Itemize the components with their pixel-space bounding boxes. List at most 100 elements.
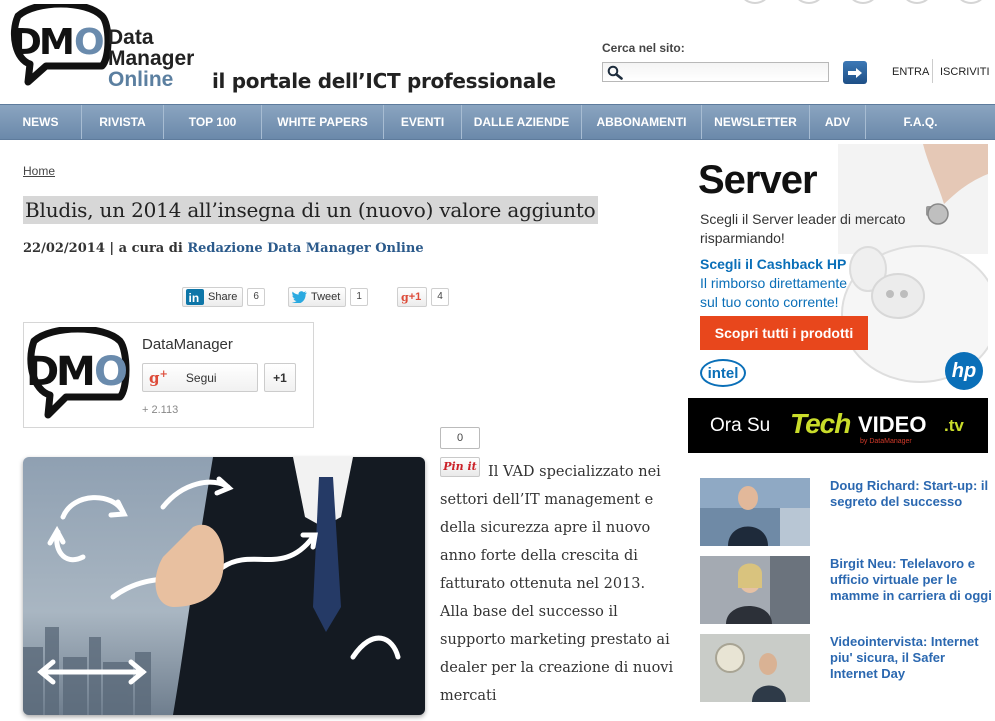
search-submit-button[interactable] <box>843 61 867 84</box>
svg-text:D: D <box>26 349 59 395</box>
video-item[interactable]: Doug Richard: Start-up: il segreto del s… <box>700 478 990 546</box>
ad-line-4: sul tuo conto corrente! <box>700 294 839 310</box>
video-item[interactable]: Birgit Neu: Telelavoro e ufficio virtual… <box>700 556 992 624</box>
techvideo-ora-su: Ora Su <box>710 415 771 436</box>
dmo-logo-icon: D M O <box>26 327 130 419</box>
svg-text:M: M <box>56 349 96 395</box>
article-title: Bludis, un 2014 all’insegna di un (nuovo… <box>23 196 598 224</box>
pinterest-count: 0 <box>440 427 480 449</box>
nav-item-rivista[interactable]: RIVISTA <box>82 105 164 139</box>
techvideo-sub: by DataManager <box>860 438 912 445</box>
register-link[interactable]: ISCRIVITI <box>940 66 990 78</box>
video-item[interactable]: Videointervista: Internet piu' sicura, i… <box>700 634 990 702</box>
gplus-follow-label: Segui <box>185 370 217 385</box>
linkedin-icon: in <box>186 289 204 305</box>
techvideo-tech: Tech <box>790 408 851 439</box>
social-icons-strip <box>740 0 986 4</box>
twitter-share: Tweet 1 <box>288 287 368 307</box>
hp-logo-icon: hp <box>945 352 983 390</box>
video-title[interactable]: Videointervista: Internet piu' sicura, i… <box>830 634 995 682</box>
ad-copy: Scegli il Server leader di mercato rispa… <box>700 210 905 248</box>
ad-cta-button[interactable]: Scopri tutti i prodotti <box>700 316 868 350</box>
ad-headline: Server <box>698 158 818 202</box>
logo-line-3: Online <box>108 68 174 91</box>
ad-line-2: risparmiando! <box>700 230 785 246</box>
svg-text:in: in <box>189 291 200 305</box>
svg-text:O: O <box>94 349 128 395</box>
techvideo-video: VIDEO <box>858 412 927 437</box>
nav-item-adv[interactable]: ADV <box>810 105 866 139</box>
search-icon <box>607 65 623 80</box>
hp-server-ad[interactable]: Server Scegli il Server leader di mercat… <box>688 144 988 394</box>
video-title[interactable]: Doug Richard: Start-up: il segreto del s… <box>830 478 995 510</box>
site-tagline: il portale dell’ICT professionale <box>212 69 556 93</box>
ad-line-1: Scegli il Server leader di mercato <box>700 211 906 227</box>
techvideo-ad[interactable]: Ora Su Tech VIDEO .tv by DataManager <box>688 398 988 453</box>
nav-item-newsletter[interactable]: NEWSLETTER <box>702 105 810 139</box>
search-box <box>602 62 829 82</box>
svg-text:O: O <box>74 22 105 63</box>
ad-line-3: Il rimborso direttamente <box>700 275 848 291</box>
video-thumbnail[interactable] <box>700 556 810 624</box>
video-title[interactable]: Birgit Neu: Telelavoro e ufficio virtual… <box>830 556 995 604</box>
nav-item-white-papers[interactable]: WHITE PAPERS <box>262 105 384 139</box>
techvideo-tv: .tv <box>944 416 964 435</box>
gplus-follow-button[interactable]: g+ Segui <box>142 363 258 392</box>
twitter-bird-icon <box>292 291 307 303</box>
video-thumbnail[interactable] <box>700 478 810 546</box>
logo-wordmark[interactable]: Data Manager Online <box>108 27 194 90</box>
linkedin-share-count: 6 <box>247 288 265 306</box>
social-circle-icon[interactable] <box>902 0 932 4</box>
tweet-count: 1 <box>350 288 368 306</box>
article-date: 22/02/2014 <box>23 241 105 256</box>
video-thumbnail[interactable] <box>700 634 810 702</box>
ad-cashback-title: Scegli il Cashback HP <box>700 256 847 272</box>
article-meta: 22/02/2014 | a cura di Redazione Data Ma… <box>23 241 424 256</box>
article-author[interactable]: Redazione Data Manager Online <box>187 241 423 256</box>
gplus-follower-count: + 2.113 <box>142 404 179 416</box>
nav-item-news[interactable]: NEWS <box>0 105 82 139</box>
social-circle-icon[interactable] <box>794 0 824 4</box>
video-thumbnail-image <box>700 634 810 702</box>
gplus-icon: g+ <box>149 368 168 387</box>
video-thumbnail-image <box>700 478 810 546</box>
login-link[interactable]: ENTRA <box>892 66 929 78</box>
search-input[interactable] <box>627 64 825 80</box>
linkedin-share-button[interactable]: in Share <box>182 287 244 307</box>
businessman-drawing-image <box>23 457 425 715</box>
logo-line-2: Manager <box>108 47 195 70</box>
nav-item-faq[interactable]: F.A.Q. <box>866 105 975 139</box>
search-label: Cerca nel sito: <box>602 41 685 55</box>
tweet-label: Tweet <box>311 291 341 303</box>
intel-logo-icon: intel <box>700 359 746 387</box>
gplus-share-button[interactable]: g +1 <box>397 287 428 307</box>
tweet-button[interactable]: Tweet <box>288 287 347 307</box>
article-body: Il VAD specializzato nei settori dell’IT… <box>440 464 674 704</box>
linkedin-share: in Share 6 <box>182 287 265 307</box>
article-image <box>23 457 425 715</box>
gplus-plus-one-button[interactable]: +1 <box>264 363 296 392</box>
gplus-page-name[interactable]: DataManager <box>142 336 233 353</box>
nav-item-eventi[interactable]: EVENTI <box>384 105 462 139</box>
gplus-share-label: +1 <box>408 291 422 303</box>
breadcrumb-home[interactable]: Home <box>23 164 55 178</box>
svg-text:D: D <box>12 22 42 63</box>
social-circle-icon[interactable] <box>740 0 770 4</box>
gplus-share-count: 4 <box>431 288 449 306</box>
arrow-right-icon <box>848 67 862 78</box>
ad-cashback-copy: Scegli il Cashback HP Il rimborso dirett… <box>700 255 847 312</box>
article-by: | a cura di <box>104 241 188 256</box>
login-divider <box>932 59 933 83</box>
nav-item-abbonamenti[interactable]: ABBONAMENTI <box>582 105 702 139</box>
social-circle-icon[interactable] <box>848 0 878 4</box>
logo-line-1: Data <box>108 26 154 49</box>
gplus-profile-widget: D M O DataManager g+ Segui +1 + 2.113 <box>23 322 314 428</box>
nav-item-top100[interactable]: TOP 100 <box>164 105 262 139</box>
main-nav: NEWS RIVISTA TOP 100 WHITE PAPERS EVENTI… <box>0 104 995 140</box>
svg-text:M: M <box>39 22 75 63</box>
gplus-share: g +1 4 <box>397 287 449 307</box>
nav-item-dalle-aziende[interactable]: DALLE AZIENDE <box>462 105 582 139</box>
social-circle-icon[interactable] <box>956 0 986 4</box>
linkedin-share-label: Share <box>208 291 238 303</box>
video-thumbnail-image <box>700 556 810 624</box>
